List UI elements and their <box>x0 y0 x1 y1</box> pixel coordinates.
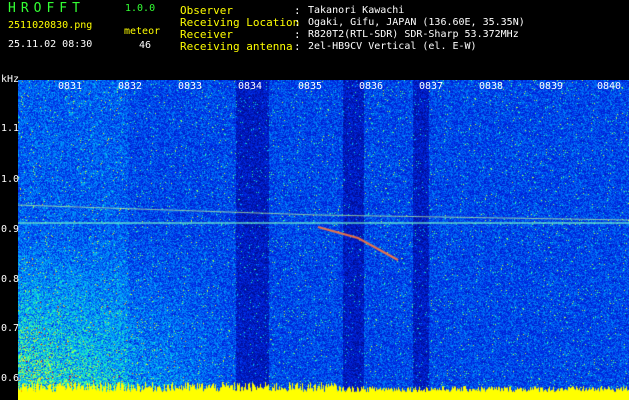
time-tick: 0840 <box>597 81 622 92</box>
time-tick: 0835 <box>298 81 323 92</box>
info-colon: : <box>294 40 301 53</box>
spectrogram <box>18 80 629 400</box>
info-colon: : <box>294 16 301 29</box>
frequency-unit-label: kHz <box>1 74 20 85</box>
info-key-observer: Observer <box>180 4 233 17</box>
info-value-antenna: 2el-HB9CV Vertical (el. E-W) <box>308 41 477 52</box>
time-tick: 0831 <box>58 81 83 92</box>
time-tick: 0837 <box>419 81 444 92</box>
time-tick: 0834 <box>238 81 263 92</box>
freq-tick: 0.9 <box>1 224 20 235</box>
info-colon: : <box>294 28 301 41</box>
info-value-receiver: R820T2(RTL-SDR) SDR-Sharp 53.372MHz <box>308 29 519 40</box>
info-value-observer: Takanori Kawachi <box>308 5 405 16</box>
spectrogram-canvas <box>18 80 629 400</box>
time-tick: 0833 <box>178 81 203 92</box>
time-tick: 0839 <box>539 81 564 92</box>
info-key-antenna: Receiving antenna <box>180 40 293 53</box>
time-tick: 0838 <box>479 81 504 92</box>
freq-tick: 0.6 <box>1 373 20 384</box>
info-key-receiver: Receiver <box>180 28 233 41</box>
meteor-label: meteor <box>124 26 161 37</box>
time-tick: 0832 <box>118 81 143 92</box>
time-tick: 0836 <box>359 81 384 92</box>
file-name: 2511020830.png <box>8 20 93 31</box>
freq-tick: 0.7 <box>1 323 20 334</box>
meteor-count: 46 <box>139 40 152 51</box>
timestamp: 25.11.02 08:30 <box>8 39 93 50</box>
app-title: HROFFT <box>8 1 85 16</box>
info-value-location: Ogaki, Gifu, JAPAN (136.60E, 35.35N) <box>308 17 525 28</box>
freq-tick: 1.1 <box>1 123 20 134</box>
app-version: 1.0.0 <box>125 3 156 14</box>
freq-tick: 0.8 <box>1 274 20 285</box>
info-key-location: Receiving Location <box>180 16 300 29</box>
info-colon: : <box>294 4 301 17</box>
freq-tick: 1.0 <box>1 174 20 185</box>
